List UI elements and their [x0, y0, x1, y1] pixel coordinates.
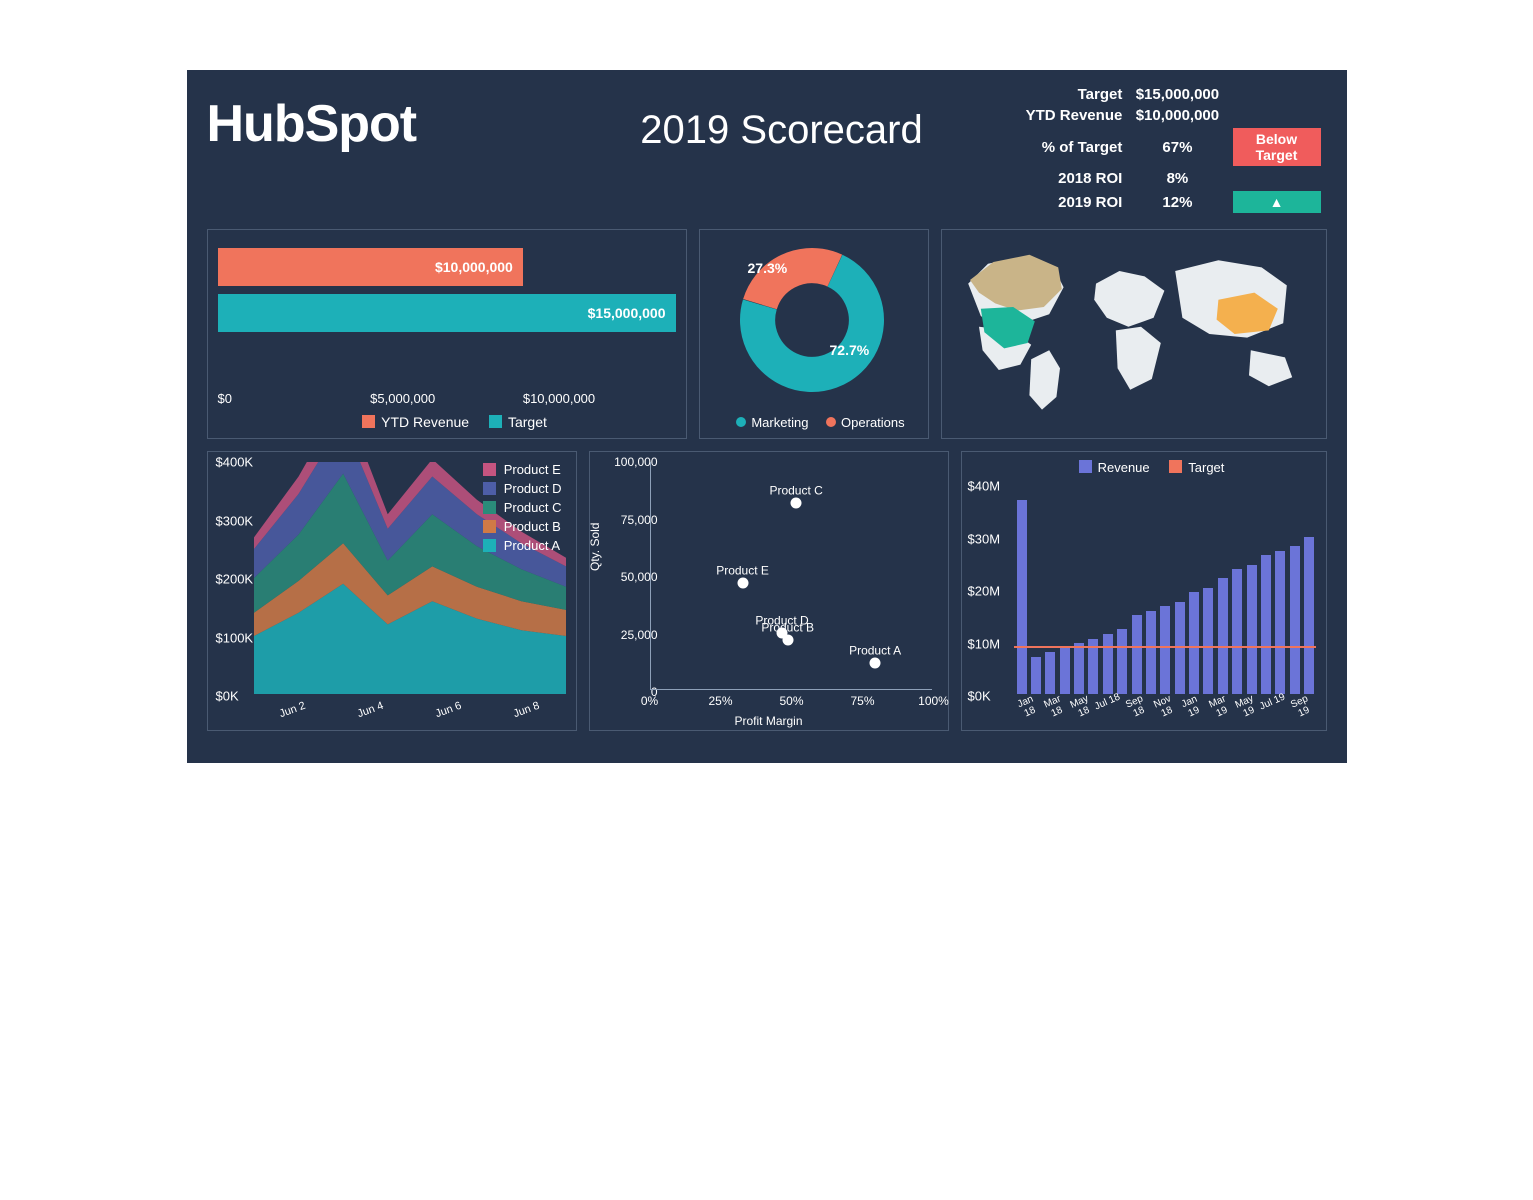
column-dec-18: [1175, 602, 1185, 694]
column-legend: Revenue Target: [962, 460, 1326, 475]
column-oct-18: [1146, 611, 1156, 694]
scatter-point-product-e: [737, 577, 748, 588]
page-title: 2019 Scorecard: [557, 84, 1007, 153]
kpi-badge: Below Target: [1233, 128, 1321, 166]
column-jul-18: [1103, 634, 1113, 694]
kpi-label: 2018 ROI: [1017, 168, 1129, 189]
column-jun-19: [1261, 555, 1271, 694]
column-may-19: [1247, 565, 1257, 694]
column-may-18: [1074, 643, 1084, 694]
scatter-ylabel: Qty. Sold: [588, 523, 602, 571]
column-aug-19: [1290, 546, 1300, 694]
kpi-label: % of Target: [1017, 126, 1129, 168]
kpi-value: 67%: [1128, 126, 1226, 168]
row-1: $10,000,000$15,000,000 $0$5,000,000$10,0…: [207, 229, 1327, 439]
target-vs-revenue-chart: $10,000,000$15,000,000 $0$5,000,000$10,0…: [207, 229, 687, 439]
donut-legend: Marketing Operations: [700, 415, 928, 430]
monthly-revenue-chart: Revenue Target $0K$10M$20M$30M$40M Jan 1…: [961, 451, 1327, 731]
column-aug-18: [1117, 629, 1127, 694]
hubspot-logo: HubSpot: [207, 84, 547, 154]
scatter-point-product-a: [870, 657, 881, 668]
kpi-table: Target $15,000,000 YTD Revenue $10,000,0…: [1017, 84, 1327, 215]
kpi-label: 2019 ROI: [1017, 189, 1129, 215]
column-apr-19: [1232, 569, 1242, 694]
spend-split-chart: 27.3% 72.7% Marketing Operations: [699, 229, 929, 439]
bar-legend: YTD Revenue Target: [208, 414, 686, 430]
column-apr-18: [1060, 648, 1070, 694]
kpi-value: $15,000,000: [1128, 84, 1226, 105]
kpi-label: Target: [1017, 84, 1129, 105]
kpi-value: 8%: [1128, 168, 1226, 189]
donut-label-operations: 27.3%: [748, 260, 788, 276]
world-map-chart: [941, 229, 1327, 439]
scatter-point-product-c: [791, 498, 802, 509]
logo-text: HubSpot: [207, 95, 417, 153]
area-legend: Product EProduct DProduct CProduct BProd…: [483, 462, 562, 557]
kpi-badge: ▲: [1233, 191, 1321, 213]
column-sep-18: [1132, 615, 1142, 694]
margin-scatter-chart: Qty. Sold 025,00050,00075,000100,000 Pro…: [589, 451, 949, 731]
scatter-xlabel: Profit Margin: [590, 714, 948, 728]
world-map-svg: [952, 240, 1312, 428]
kpi-value: 12%: [1128, 189, 1226, 215]
column-jan-18: [1017, 500, 1027, 694]
column-mar-19: [1218, 578, 1228, 694]
product-area-chart: $0K$100K$200K$300K$400K Jun 2Jun 4Jun 6J…: [207, 451, 577, 731]
bar-ytd-revenue: $10,000,000: [218, 248, 523, 286]
column-feb-18: [1031, 657, 1041, 694]
scatter-point-product-d: [777, 628, 788, 639]
kpi-label: YTD Revenue: [1017, 105, 1129, 126]
bar-target: $15,000,000: [218, 294, 676, 332]
kpi-value: $10,000,000: [1128, 105, 1226, 126]
column-nov-18: [1160, 606, 1170, 694]
column-sep-19: [1304, 537, 1314, 694]
scorecard-dashboard: HubSpot 2019 Scorecard Target $15,000,00…: [187, 70, 1347, 763]
header: HubSpot 2019 Scorecard Target $15,000,00…: [207, 84, 1327, 215]
target-line: [1014, 646, 1316, 648]
column-jan-19: [1189, 592, 1199, 694]
row-2: $0K$100K$200K$300K$400K Jun 2Jun 4Jun 6J…: [207, 451, 1327, 731]
donut-label-marketing: 72.7%: [830, 342, 870, 358]
column-jul-19: [1275, 551, 1285, 694]
column-mar-18: [1045, 652, 1055, 694]
column-feb-19: [1203, 588, 1213, 694]
